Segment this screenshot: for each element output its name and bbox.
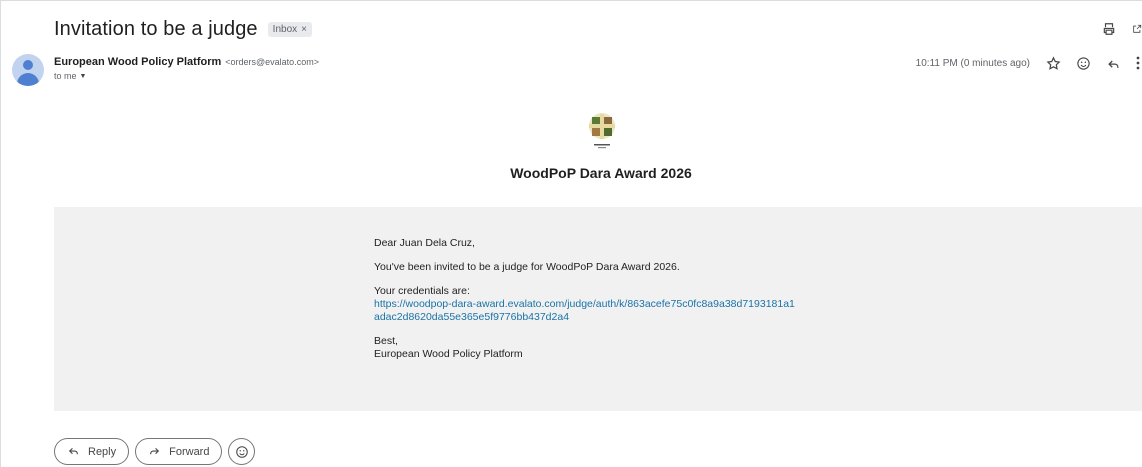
credentials-label: Your credentials are:	[374, 285, 470, 297]
credentials-link-line-2[interactable]: adac2d8620da55e365e5f9776bb437d2a4	[374, 311, 569, 323]
reply-button[interactable]: Reply	[54, 438, 130, 465]
award-heading: WoodPoP Dara Award 2026	[510, 165, 692, 181]
print-icon[interactable]	[1100, 20, 1118, 38]
invite-line: You've been invited to be a judge for Wo…	[374, 261, 680, 273]
message-meta: 10:11 PM (0 minutes ago)	[916, 54, 1142, 72]
credentials-link-line-1[interactable]: https://woodpop-dara-award.evalato.com/j…	[374, 298, 795, 310]
forward-label: Forward	[169, 445, 210, 458]
star-icon[interactable]	[1044, 54, 1062, 72]
reply-button-icon	[67, 444, 80, 460]
label-text: Inbox	[272, 24, 298, 35]
forward-icon	[148, 444, 161, 460]
top-actions	[1100, 20, 1142, 38]
sender-avatar[interactable]	[12, 54, 44, 86]
forward-button[interactable]: Forward	[135, 438, 223, 465]
greeting: Dear Juan Dela Cruz,	[374, 237, 475, 249]
left-border	[0, 0, 1, 467]
sender-email: <orders@evalato.com>	[225, 57, 319, 67]
sender-block: European Wood Policy Platform <orders@ev…	[54, 56, 319, 81]
signature: European Wood Policy Platform	[374, 348, 523, 360]
recipient-label: to me	[54, 71, 77, 81]
open-in-new-window-icon[interactable]	[1132, 20, 1142, 38]
sender-name[interactable]: European Wood Policy Platform	[54, 56, 221, 68]
email-body-text: Dear Juan Dela Cruz, You've been invited…	[374, 237, 795, 372]
award-logo	[584, 111, 620, 151]
reply-actions: Reply Forward	[54, 438, 256, 465]
remove-label-icon[interactable]: ×	[301, 24, 307, 35]
reply-label: Reply	[88, 445, 117, 458]
inbox-label-chip[interactable]: Inbox ×	[267, 22, 312, 37]
add-reaction-icon[interactable]	[228, 438, 256, 465]
email-subject: Invitation to be a judge	[54, 18, 258, 40]
more-vert-icon[interactable]	[1134, 54, 1142, 72]
subject-row: Invitation to be a judge Inbox ×	[54, 18, 312, 41]
timestamp: 10:11 PM (0 minutes ago)	[915, 57, 1030, 69]
top-border	[0, 0, 1142, 10]
emoji-reaction-icon[interactable]	[1074, 54, 1092, 72]
reply-icon[interactable]	[1104, 54, 1122, 72]
show-details-caret-icon[interactable]: ▼	[80, 73, 87, 80]
signoff: Best,	[374, 335, 398, 347]
